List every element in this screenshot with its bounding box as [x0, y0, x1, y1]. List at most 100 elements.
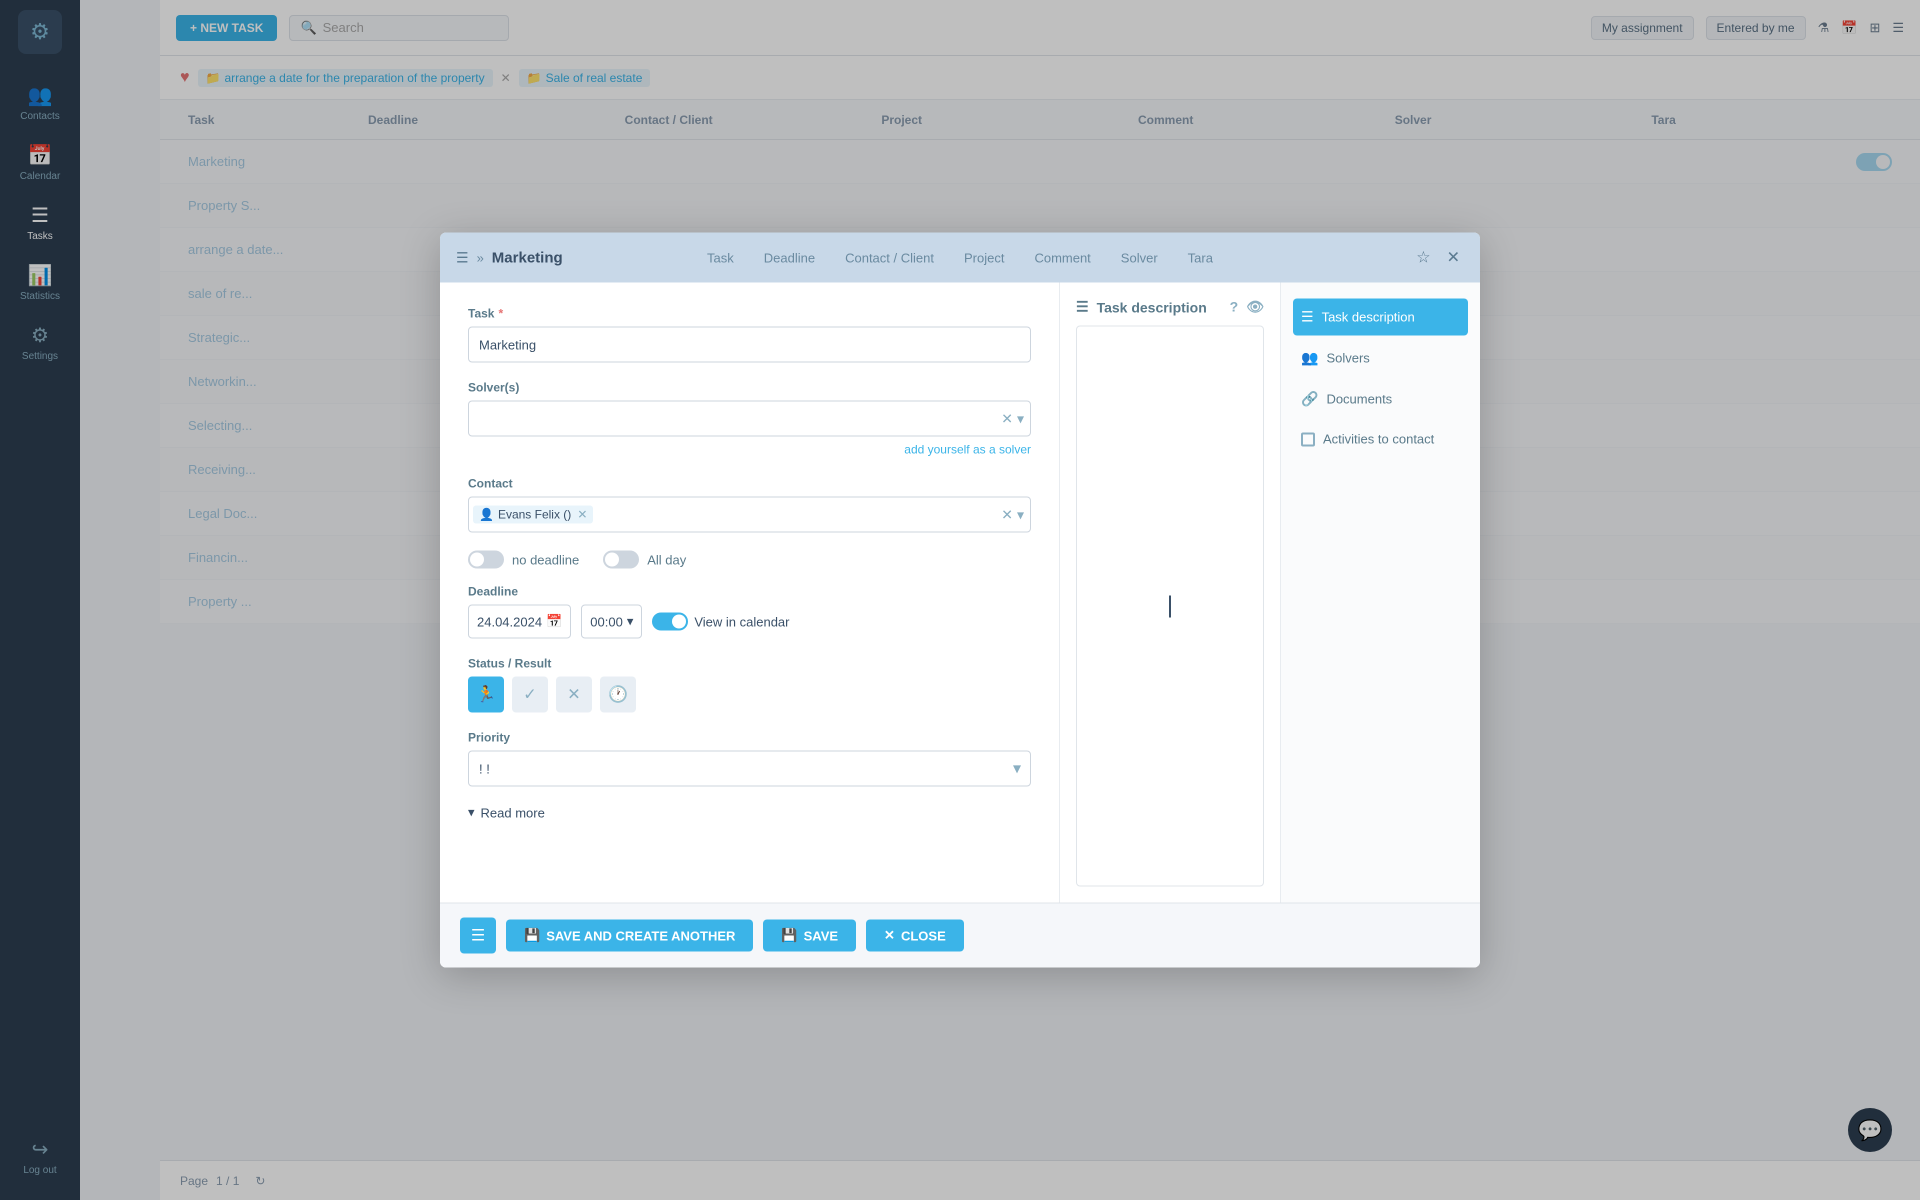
modal-header-tabs: Task Deadline Contact / Client Project C… — [707, 250, 1213, 265]
tab-deadline[interactable]: Deadline — [764, 250, 815, 265]
status-check-button[interactable]: ✓ — [512, 677, 548, 713]
task-modal: ☰ » Marketing Task Deadline Contact / Cl… — [440, 233, 1480, 968]
solvers-nav-icon: 👥 — [1301, 350, 1318, 367]
status-row: 🏃 ✓ ✕ 🕐 — [468, 677, 1031, 713]
contact-label: Contact — [468, 477, 1031, 491]
save-icon: 💾 — [781, 928, 797, 944]
save-create-label: SAVE AND CREATE ANOTHER — [546, 928, 735, 943]
deadline-row: 24.04.2024 📅 00:00 ▾ View in calendar — [468, 605, 1031, 639]
task-input[interactable] — [468, 327, 1031, 363]
task-desc-actions: ? 👁 — [1230, 299, 1264, 316]
no-deadline-toggle-group: no deadline — [468, 551, 579, 569]
save-and-create-button[interactable]: 💾 SAVE AND CREATE ANOTHER — [506, 920, 753, 952]
solvers-dropdown-button[interactable]: ▾ — [1017, 410, 1024, 427]
date-input[interactable]: 24.04.2024 📅 — [468, 605, 571, 639]
read-more-row[interactable]: ▾ Read more — [468, 805, 1031, 821]
close-icon: ✕ — [884, 928, 895, 944]
activities-checkbox-icon — [1301, 432, 1315, 446]
tab-comment[interactable]: Comment — [1034, 250, 1090, 265]
time-value: 00:00 — [590, 614, 623, 629]
tab-solver[interactable]: Solver — [1121, 250, 1158, 265]
solvers-input-wrapper[interactable]: ✕ ▾ — [468, 401, 1031, 437]
contact-icon: 👤 — [479, 508, 494, 522]
no-deadline-toggle[interactable] — [468, 551, 504, 569]
priority-field-group: Priority ! ! ! ! ! ! — [468, 731, 1031, 787]
view-in-calendar-label[interactable]: View in calendar — [694, 614, 789, 629]
nav-item-documents[interactable]: 🔗 Documents — [1293, 381, 1468, 418]
documents-nav-icon: 🔗 — [1301, 391, 1318, 408]
add-solver-link-wrapper: add yourself as a solver — [468, 441, 1031, 459]
status-clock-button[interactable]: 🕐 — [600, 677, 636, 713]
tab-tara[interactable]: Tara — [1188, 250, 1213, 265]
task-field-group: Task * — [468, 307, 1031, 363]
task-desc-icon: ☰ — [1076, 299, 1089, 316]
task-description-header: ☰ Task description ? 👁 — [1076, 299, 1264, 316]
modal-middle-panel: ☰ Task description ? 👁 — [1060, 283, 1280, 903]
status-cancel-button[interactable]: ✕ — [556, 677, 592, 713]
tab-project[interactable]: Project — [964, 250, 1004, 265]
no-deadline-label: no deadline — [512, 552, 579, 567]
close-button[interactable]: ✕ CLOSE — [866, 920, 964, 952]
read-more-label: Read more — [481, 805, 545, 820]
nav-item-solvers[interactable]: 👥 Solvers — [1293, 340, 1468, 377]
nav-label-task-description: Task description — [1322, 310, 1415, 325]
add-solver-link[interactable]: add yourself as a solver — [904, 443, 1031, 457]
chevron-down-icon: ▾ — [468, 805, 475, 821]
modal-right-panel: ☰ Task description 👥 Solvers 🔗 Documents… — [1280, 283, 1480, 903]
date-value: 24.04.2024 — [477, 614, 542, 629]
priority-label: Priority — [468, 731, 1031, 745]
nav-item-activities[interactable]: Activities to contact — [1293, 422, 1468, 457]
toggles-row: no deadline All day — [468, 551, 1031, 569]
solvers-label: Solver(s) — [468, 381, 1031, 395]
task-field-label: Task * — [468, 307, 1031, 321]
calendar-view-toggle[interactable] — [652, 613, 688, 631]
nav-label-solvers: Solvers — [1326, 351, 1369, 366]
deadline-field-group: Deadline 24.04.2024 📅 00:00 ▾ View in ca… — [468, 585, 1031, 639]
modal-header: ☰ » Marketing Task Deadline Contact / Cl… — [440, 233, 1480, 283]
contact-tag: 👤 Evans Felix () ✕ — [473, 506, 593, 524]
eye-icon[interactable]: 👁 — [1246, 299, 1264, 316]
modal-star-button[interactable]: ☆ — [1412, 244, 1434, 272]
status-active-button[interactable]: 🏃 — [468, 677, 504, 713]
solvers-clear-button[interactable]: ✕ — [1001, 410, 1013, 427]
time-input[interactable]: 00:00 ▾ — [581, 605, 642, 639]
nav-item-task-description[interactable]: ☰ Task description — [1293, 299, 1468, 336]
modal-header-icon: ☰ — [456, 249, 469, 266]
modal-left-panel: Task * Solver(s) ✕ ▾ add yourself as a s… — [440, 283, 1060, 903]
modal-breadcrumb-arrow: » — [477, 250, 484, 265]
tab-task[interactable]: Task — [707, 250, 734, 265]
all-day-label: All day — [647, 552, 686, 567]
contact-input-wrapper[interactable]: 👤 Evans Felix () ✕ ✕ ▾ — [468, 497, 1031, 533]
modal-footer: ☰ 💾 SAVE AND CREATE ANOTHER 💾 SAVE ✕ CLO… — [440, 903, 1480, 968]
contact-dropdown-button[interactable]: ▾ — [1017, 506, 1024, 523]
contact-field-group: Contact 👤 Evans Felix () ✕ ✕ ▾ — [468, 477, 1031, 533]
footer-menu-button[interactable]: ☰ — [460, 918, 496, 954]
nav-label-activities: Activities to contact — [1323, 432, 1434, 447]
all-day-toggle[interactable] — [603, 551, 639, 569]
contact-clear-button[interactable]: ✕ — [1001, 506, 1013, 523]
contact-remove-button[interactable]: ✕ — [577, 508, 587, 522]
save-label: SAVE — [804, 928, 838, 943]
time-dropdown-icon[interactable]: ▾ — [627, 614, 634, 630]
help-icon[interactable]: ? — [1230, 299, 1239, 316]
modal-close-button[interactable]: ✕ — [1443, 244, 1464, 272]
solvers-input[interactable] — [473, 411, 997, 426]
save-create-icon: 💾 — [524, 928, 540, 944]
modal-header-actions: ☆ ✕ — [1412, 244, 1464, 272]
priority-select[interactable]: ! ! ! ! ! ! — [468, 751, 1031, 787]
editor-cursor — [1169, 595, 1171, 617]
tab-contact[interactable]: Contact / Client — [845, 250, 934, 265]
required-star: * — [498, 307, 503, 321]
save-button[interactable]: 💾 SAVE — [763, 920, 856, 952]
all-day-toggle-group: All day — [603, 551, 686, 569]
task-desc-nav-icon: ☰ — [1301, 309, 1314, 326]
solvers-field-group: Solver(s) ✕ ▾ add yourself as a solver — [468, 381, 1031, 459]
view-in-calendar-wrapper: View in calendar — [652, 613, 789, 631]
close-label: CLOSE — [901, 928, 946, 943]
task-description-editor[interactable] — [1076, 326, 1264, 887]
status-field-group: Status / Result 🏃 ✓ ✕ 🕐 — [468, 657, 1031, 713]
calendar-picker-icon[interactable]: 📅 — [546, 614, 562, 630]
modal-body: Task * Solver(s) ✕ ▾ add yourself as a s… — [440, 283, 1480, 903]
nav-label-documents: Documents — [1326, 392, 1392, 407]
priority-select-wrapper: ! ! ! ! ! ! — [468, 751, 1031, 787]
